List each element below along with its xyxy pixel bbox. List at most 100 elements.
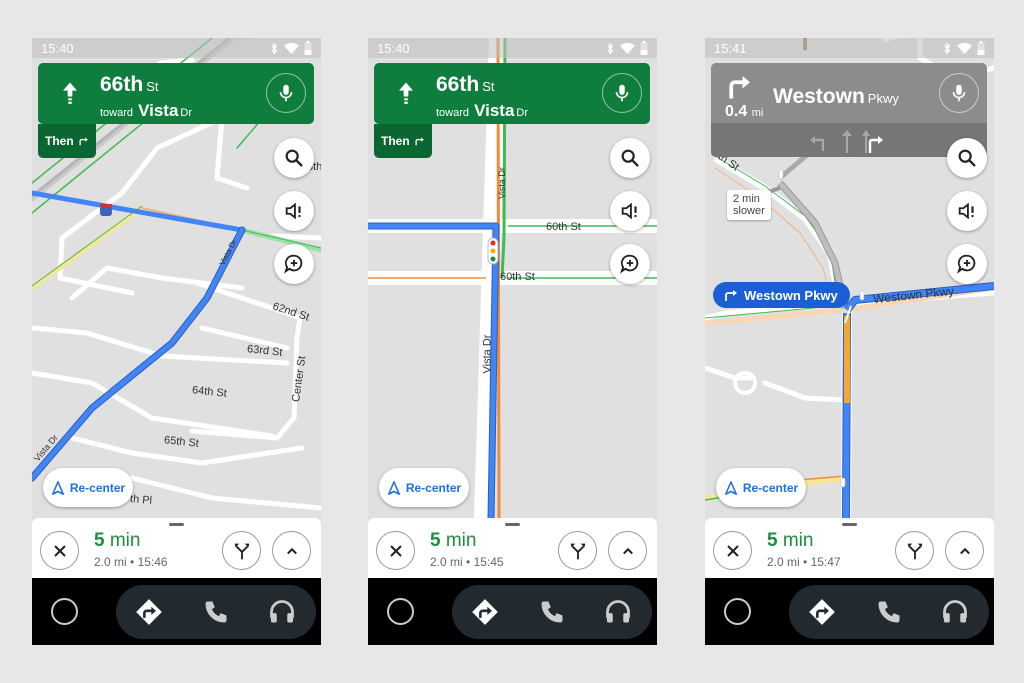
close-icon: [50, 541, 70, 561]
wifi-icon: [620, 43, 635, 54]
voice-button[interactable]: [266, 73, 306, 113]
left-turn-lane-icon: [810, 136, 825, 151]
drag-handle[interactable]: [842, 523, 857, 526]
screen-1: 8th 62nd St 63rd St 64th St 65th St Cent…: [32, 38, 321, 645]
maneuver-banner[interactable]: 66th St toward Vista Dr: [38, 63, 314, 124]
headphones-icon[interactable]: [604, 598, 632, 626]
mute-button[interactable]: [610, 191, 650, 231]
map-label: 60th St: [546, 221, 581, 233]
exit-navigation-button[interactable]: [713, 531, 752, 570]
exit-navigation-button[interactable]: [376, 531, 415, 570]
battery-icon: [304, 41, 312, 55]
recenter-button[interactable]: Re-center: [379, 468, 469, 507]
search-button[interactable]: [947, 138, 987, 178]
recenter-button[interactable]: Re-center: [716, 468, 806, 507]
bluetooth-icon: [942, 42, 952, 55]
alternate-routes-button[interactable]: [895, 531, 934, 570]
exit-navigation-button[interactable]: [40, 531, 79, 570]
eta-details: 2.0 mi • 15:45: [430, 555, 504, 569]
add-report-icon: [619, 253, 641, 275]
maneuver-distance: 0.4 mi: [725, 103, 764, 120]
chevron-up-icon: [955, 541, 975, 561]
add-report-button[interactable]: [947, 244, 987, 284]
navigation-icon[interactable]: [471, 598, 499, 626]
battery-icon: [977, 41, 985, 55]
app-dock: [789, 585, 989, 639]
mute-alert-icon: [619, 200, 641, 222]
status-time: 15:40: [41, 41, 74, 56]
trip-summary-card[interactable]: 5 min 2.0 mi • 15:45: [368, 518, 657, 578]
interstate-shield-icon: [100, 204, 112, 216]
mute-button[interactable]: [274, 191, 314, 231]
headphones-icon[interactable]: [941, 598, 969, 626]
search-button[interactable]: [274, 138, 314, 178]
android-auto-rail: [705, 578, 994, 645]
navigation-icon[interactable]: [808, 598, 836, 626]
recenter-arrow-icon: [51, 481, 65, 495]
voice-button[interactable]: [939, 73, 979, 113]
headphones-icon[interactable]: [268, 598, 296, 626]
search-icon: [619, 147, 641, 169]
phone-icon[interactable]: [202, 598, 230, 626]
straight-lane-icon: [842, 130, 852, 153]
alternate-routes-icon: [904, 540, 926, 562]
app-dock: [116, 585, 316, 639]
navigation-icon[interactable]: [135, 598, 163, 626]
trip-summary-card[interactable]: 5 min 2.0 mi • 15:47: [705, 518, 994, 578]
alternate-routes-icon: [567, 540, 589, 562]
recenter-button[interactable]: Re-center: [43, 468, 133, 507]
trip-summary-card[interactable]: 5 min 2.0 mi • 15:46: [32, 518, 321, 578]
alternate-routes-button[interactable]: [222, 531, 261, 570]
alternate-routes-button[interactable]: [558, 531, 597, 570]
search-icon: [956, 147, 978, 169]
recenter-label: Re-center: [405, 480, 462, 495]
home-circle-icon[interactable]: [724, 598, 751, 625]
voice-button[interactable]: [602, 73, 642, 113]
next-street: 66th St: [436, 73, 495, 96]
bluetooth-icon: [605, 42, 615, 55]
app-dock: [452, 585, 652, 639]
search-icon: [283, 147, 305, 169]
next-street: Westown Pkwy: [773, 85, 899, 108]
lane-guidance: [711, 123, 987, 157]
wifi-icon: [957, 43, 972, 54]
map-label: Vista Dr: [496, 167, 507, 199]
then-maneuver: Then: [38, 124, 96, 158]
android-auto-rail: [32, 578, 321, 645]
screen-2: Vista Dr 60th St 60th St Vista Dr 15:40 …: [368, 38, 657, 645]
maneuver-banner[interactable]: 0.4 mi Westown Pkwy: [711, 63, 987, 157]
home-circle-icon[interactable]: [51, 598, 78, 625]
phone-icon[interactable]: [875, 598, 903, 626]
alternate-route-callout[interactable]: 2 min slower: [727, 190, 771, 220]
chevron-up-icon: [282, 541, 302, 561]
mute-alert-icon: [283, 200, 305, 222]
add-report-button[interactable]: [610, 244, 650, 284]
status-time: 15:41: [714, 41, 747, 56]
drag-handle[interactable]: [169, 523, 184, 526]
straight-right-lane-icon: [862, 130, 883, 153]
status-time: 15:40: [377, 41, 410, 56]
search-button[interactable]: [610, 138, 650, 178]
expand-button[interactable]: [608, 531, 647, 570]
drag-handle[interactable]: [505, 523, 520, 526]
phone-icon[interactable]: [538, 598, 566, 626]
add-report-button[interactable]: [274, 244, 314, 284]
bluetooth-icon: [269, 42, 279, 55]
mute-alert-icon: [956, 200, 978, 222]
turn-right-icon: [723, 287, 739, 303]
mute-button[interactable]: [947, 191, 987, 231]
map-label: Vista Dr: [481, 334, 494, 374]
maneuver-banner[interactable]: 66th St toward Vista Dr: [374, 63, 650, 124]
microphone-icon: [275, 82, 297, 104]
recenter-label: Re-center: [69, 480, 126, 495]
status-bar: 15:40: [32, 38, 321, 58]
home-circle-icon[interactable]: [387, 598, 414, 625]
microphone-icon: [611, 82, 633, 104]
expand-button[interactable]: [272, 531, 311, 570]
recenter-arrow-icon: [387, 481, 401, 495]
expand-button[interactable]: [945, 531, 984, 570]
add-report-icon: [283, 253, 305, 275]
status-bar: 15:40: [368, 38, 657, 58]
eta-duration: 5 min: [430, 530, 477, 551]
toward-street: toward Vista Dr: [100, 101, 193, 120]
